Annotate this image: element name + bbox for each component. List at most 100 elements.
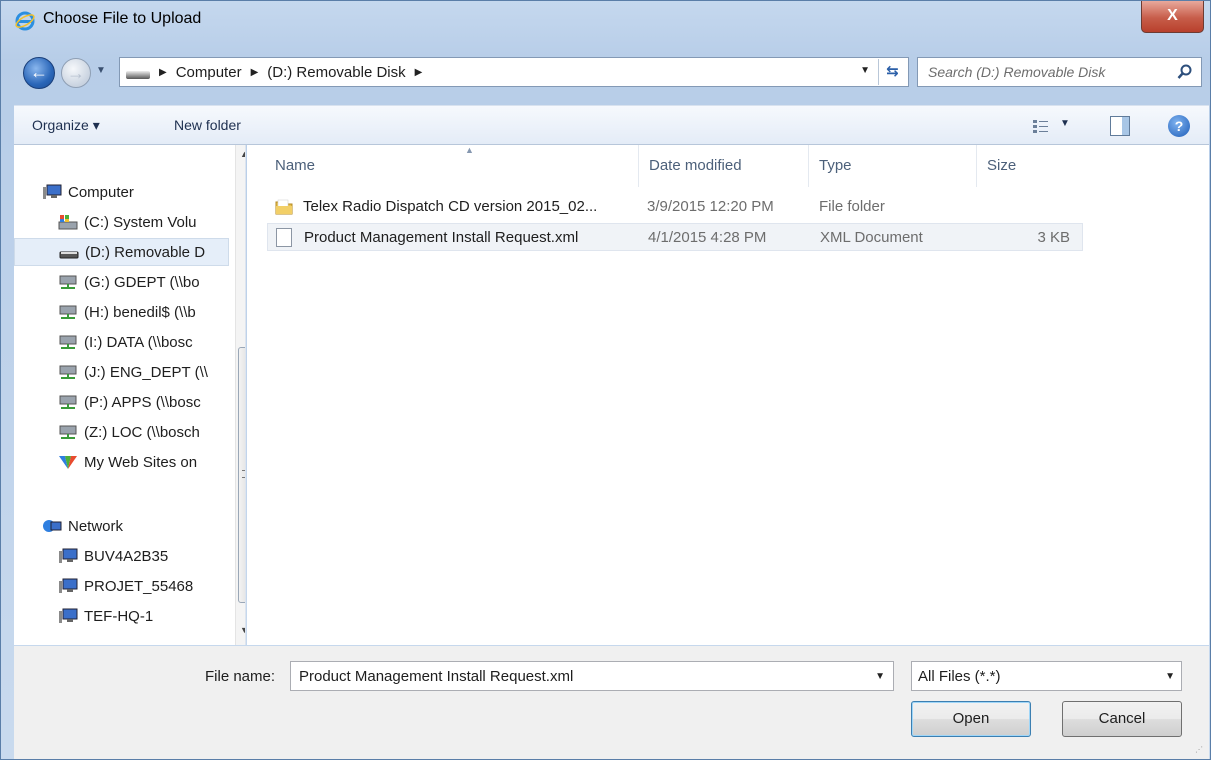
change-view-icon[interactable]: [1032, 118, 1050, 134]
cancel-button[interactable]: Cancel: [1062, 701, 1182, 737]
address-dropdown-icon[interactable]: ▼: [860, 65, 870, 76]
nav-item-label: Computer: [68, 183, 134, 201]
close-button[interactable]: X: [1141, 1, 1204, 33]
filter-dropdown-icon[interactable]: ▼: [1165, 671, 1175, 682]
file-upload-dialog: Choose File to Upload X ← → ▼ ▶ Computer…: [0, 0, 1211, 760]
network-drive-icon: [58, 393, 78, 411]
column-header-type[interactable]: Type: [809, 145, 977, 187]
nav-item[interactable]: (D:) Removable D: [14, 238, 229, 266]
network-drive-icon: [58, 333, 78, 351]
nav-item[interactable]: (I:) DATA (\\bosc: [14, 328, 229, 356]
network-drive-icon: [58, 303, 78, 321]
nav-item-label: TEF-HQ-1: [84, 607, 154, 625]
nav-item-label: (J:) ENG_DEPT (\\: [84, 363, 208, 381]
nav-item[interactable]: Computer: [14, 178, 229, 206]
file-date: 3/9/2015 12:20 PM: [647, 198, 774, 215]
column-header-size[interactable]: Size: [977, 145, 1087, 187]
file-type: File folder: [819, 198, 885, 215]
view-options-dropdown[interactable]: ▼: [1060, 118, 1070, 129]
file-size: 3 KB: [1037, 229, 1070, 246]
scroll-down-icon[interactable]: ▼: [236, 625, 245, 641]
nav-item-label: (I:) DATA (\\bosc: [84, 333, 193, 351]
xml-file-icon: [276, 228, 292, 247]
nav-item-label: My Web Sites on: [84, 453, 198, 471]
breadcrumb-separator-icon[interactable]: ▶: [415, 67, 423, 78]
grip-icon: [242, 470, 245, 478]
computer-icon: [42, 183, 62, 201]
network-icon: [42, 517, 62, 535]
nav-item-label: BUV4A2B35: [84, 547, 169, 565]
new-folder-button[interactable]: New folder: [174, 117, 241, 133]
computer-icon: [58, 607, 78, 625]
address-bar[interactable]: ▶ Computer ▶ (D:) Removable Disk ▶ ▼ ⇆: [119, 57, 909, 87]
search-icon[interactable]: [1177, 64, 1193, 80]
nav-item-label: Network: [68, 517, 124, 535]
file-name-dropdown-icon[interactable]: ▼: [875, 671, 885, 682]
web-sites-icon: [58, 453, 78, 471]
nav-item[interactable]: BUV4A2B35: [14, 542, 229, 570]
title-bar[interactable]: Choose File to Upload X: [1, 1, 1210, 41]
file-list: Name ▲ Date modified Type Size Telex Rad…: [247, 145, 1209, 645]
nav-item-label: (C:) System Volu: [84, 213, 197, 231]
forward-button[interactable]: →: [61, 58, 91, 88]
file-name-input[interactable]: Product Management Install Request.xml ▼: [290, 661, 894, 691]
file-row[interactable]: Product Management Install Request.xml 4…: [267, 223, 1083, 251]
nav-item-label: (H:) benedil$ (\\b: [84, 303, 196, 321]
navigation-pane: TEF-HQ-1 PROJET_55468 BUV4A2B35 Network My W…: [14, 145, 246, 645]
column-label-type: Type: [819, 157, 852, 174]
nav-item[interactable]: (J:) ENG_DEPT (\\: [14, 358, 229, 386]
breadcrumb-separator-icon[interactable]: ▶: [159, 67, 167, 78]
nav-item[interactable]: (G:) GDEPT (\\bo: [14, 268, 229, 296]
nav-scrollbar[interactable]: ▲ ▼: [235, 145, 245, 645]
file-name: Telex Radio Dispatch CD version 2015_02.…: [303, 198, 598, 215]
help-icon[interactable]: ?: [1168, 115, 1190, 137]
nav-item[interactable]: (H:) benedil$ (\\b: [14, 298, 229, 326]
file-name-value: Product Management Install Request.xml: [299, 668, 574, 685]
network-drive-icon: [58, 423, 78, 441]
folder-icon: [275, 199, 293, 215]
organize-button[interactable]: Organize ▾: [32, 117, 100, 134]
command-toolbar: Organize ▾ New folder ▼ ?: [14, 105, 1209, 145]
breadcrumb-removable-disk[interactable]: (D:) Removable Disk: [267, 64, 405, 81]
network-drive-icon: [58, 363, 78, 381]
removable-drive-icon: [59, 243, 79, 261]
nav-item[interactable]: (P:) APPS (\\bosc: [14, 388, 229, 416]
back-button[interactable]: ←: [23, 57, 55, 89]
search-input[interactable]: Search (D:) Removable Disk: [917, 57, 1202, 87]
nav-item[interactable]: Network: [14, 512, 229, 540]
file-date: 4/1/2015 4:28 PM: [648, 229, 767, 246]
network-drive-icon: [58, 273, 78, 291]
resize-grip-icon[interactable]: ⋰: [1195, 745, 1207, 757]
open-button[interactable]: Open: [911, 701, 1031, 737]
close-icon: X: [1167, 7, 1178, 24]
column-header-name[interactable]: Name ▲: [265, 145, 639, 187]
nav-item[interactable]: TEF-HQ-1: [14, 602, 229, 630]
file-type: XML Document: [820, 229, 923, 246]
nav-item-label: PROJET_55468: [84, 577, 194, 595]
scroll-up-icon[interactable]: ▲: [236, 149, 245, 165]
column-header-date[interactable]: Date modified: [639, 145, 809, 187]
nav-item-label: (P:) APPS (\\bosc: [84, 393, 201, 411]
nav-item-label: (G:) GDEPT (\\bo: [84, 273, 200, 291]
computer-icon: [58, 577, 78, 595]
sort-ascending-icon: ▲: [465, 145, 474, 155]
column-label-size: Size: [987, 157, 1017, 174]
file-row[interactable]: Telex Radio Dispatch CD version 2015_02.…: [267, 193, 1083, 221]
preview-pane-icon[interactable]: [1110, 116, 1130, 136]
nav-item[interactable]: (C:) System Volu: [14, 208, 229, 236]
recent-locations-dropdown[interactable]: ▼: [96, 65, 110, 81]
file-type-filter-select[interactable]: All Files (*.*) ▼: [911, 661, 1182, 691]
breadcrumb-separator-icon[interactable]: ▶: [251, 67, 259, 78]
nav-item[interactable]: PROJET_55468: [14, 572, 229, 600]
drive-icon: [126, 71, 150, 79]
forward-arrow-icon: →: [67, 63, 85, 83]
file-name-label: File name:: [205, 668, 276, 685]
nav-item[interactable]: (Z:) LOC (\\bosch: [14, 418, 229, 446]
breadcrumb-computer[interactable]: Computer: [176, 64, 242, 81]
refresh-icon[interactable]: ⇆: [878, 59, 906, 85]
address-row: ← → ▼ ▶ Computer ▶ (D:) Removable Disk ▶…: [1, 49, 1210, 97]
back-arrow-icon: ←: [30, 62, 48, 82]
scroll-thumb[interactable]: [238, 347, 245, 603]
column-label-date: Date modified: [649, 157, 742, 174]
nav-item[interactable]: My Web Sites on: [14, 448, 229, 476]
